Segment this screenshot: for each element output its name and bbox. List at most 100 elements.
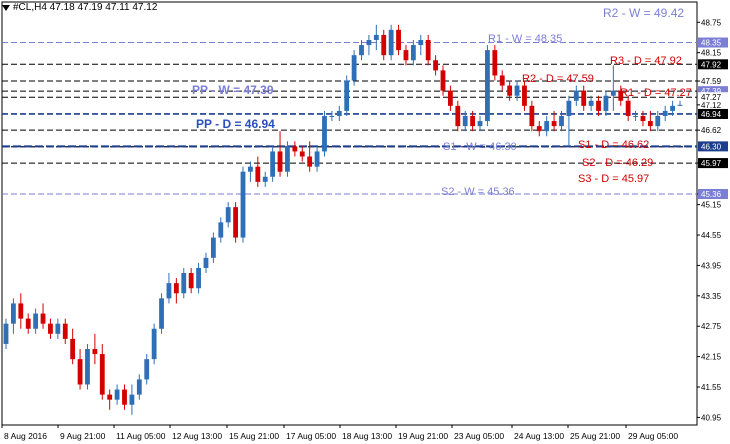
y-tick-label: 41.55 <box>701 383 722 392</box>
level-label: R3 - D = 47.92 <box>610 55 682 67</box>
candle-body <box>107 394 113 400</box>
y-tick-label: 43.35 <box>701 292 722 301</box>
candle-body <box>203 257 209 268</box>
candle-body <box>366 39 372 46</box>
price-tag-label: 45.97 <box>701 159 722 168</box>
level-label: R1 - D = 47.27 <box>620 87 692 99</box>
candle-body <box>55 323 61 334</box>
x-tick-label: 23 Aug 05:00 <box>454 431 504 441</box>
price-tag-label: 47.92 <box>701 60 722 69</box>
candle-body <box>322 115 327 152</box>
candle-body <box>3 323 9 344</box>
y-tick-label: 42.15 <box>701 353 722 362</box>
level-label: R2 - W = 49.42 <box>603 6 684 20</box>
candle-body <box>514 85 520 96</box>
y-tick-label: 40.95 <box>701 413 722 422</box>
candle-body <box>566 100 572 116</box>
x-tick-label: 17 Aug 05:00 <box>286 431 336 441</box>
level-label: R1 - W = 48.35 <box>488 33 562 45</box>
x-tick-label: 9 Aug 21:00 <box>60 431 106 441</box>
candle-body <box>181 273 187 294</box>
candle-body <box>418 39 424 46</box>
candle-body <box>344 80 350 111</box>
level-label: S3 - D = 45.97 <box>578 173 649 185</box>
y-tick-label: 46.62 <box>701 126 722 135</box>
candle-body <box>440 70 446 91</box>
candle-body <box>285 146 290 172</box>
candle-body <box>166 283 172 299</box>
candle-body <box>92 349 98 355</box>
x-tick-label: 19 Aug 21:00 <box>398 431 448 441</box>
level-label: S1 - D = 46.62 <box>578 139 649 151</box>
plot-frame <box>1 1 698 426</box>
price-tag-label: 48.35 <box>701 39 722 48</box>
price-tag-label: 46.94 <box>701 110 722 119</box>
price-tag-label: 46.30 <box>701 142 722 151</box>
level-label: PP - W = 47.39 <box>192 83 274 97</box>
candle-body <box>403 50 409 61</box>
candle-body <box>381 34 387 56</box>
candle-body <box>485 50 490 122</box>
candle-body <box>447 90 453 106</box>
candle-body <box>588 100 594 106</box>
candle-body <box>210 237 216 258</box>
candle-body <box>359 45 364 56</box>
candle-body <box>499 75 505 86</box>
y-tick-label: 48.75 <box>701 18 722 27</box>
candlestick-chart[interactable]: R2 - W = 49.42 R1 - W = 48.35 R3 - D = 47.… <box>0 0 730 444</box>
level-label: R2 - D = 47.59 <box>522 73 594 85</box>
x-tick-label: 8 Aug 2016 <box>4 431 47 441</box>
candle-body <box>670 105 676 111</box>
candle-body <box>470 115 476 127</box>
candle-body <box>388 29 394 56</box>
candle-body <box>425 39 431 61</box>
x-tick-label: 25 Aug 21:00 <box>570 431 620 441</box>
level-label: PP - D = 46.94 <box>196 117 275 131</box>
candle-body <box>18 303 24 319</box>
candle-body <box>455 105 461 127</box>
candle-body <box>603 95 609 111</box>
candle-body <box>299 151 305 157</box>
candle-body <box>62 323 68 339</box>
y-tick-label: 45.15 <box>701 201 722 210</box>
candle-body <box>248 166 253 172</box>
candle-body <box>99 354 105 395</box>
candle-body <box>625 100 631 116</box>
candle-body <box>173 283 179 294</box>
candle-body <box>477 121 483 127</box>
candle-body <box>655 115 661 127</box>
candle-body <box>336 110 342 116</box>
candle-body <box>48 323 53 334</box>
candle-body <box>329 115 335 117</box>
candle-body <box>277 151 283 172</box>
candle-body <box>144 359 150 380</box>
candle-body <box>544 121 550 132</box>
candle-body <box>151 328 157 360</box>
candle-body <box>573 90 579 101</box>
price-tag-label: 45.36 <box>701 190 722 199</box>
x-tick-label: 29 Aug 05:00 <box>628 431 678 441</box>
candle-body <box>507 85 513 96</box>
candle-body <box>33 313 39 329</box>
y-tick-label: 42.75 <box>701 322 722 331</box>
candle-body <box>581 90 587 106</box>
level-label: S2 - W = 45.36 <box>441 186 515 198</box>
x-tick-label: 11 Aug 05:00 <box>116 431 166 441</box>
candle-body <box>159 298 164 329</box>
y-tick-label: 48.15 <box>701 49 722 58</box>
y-tick-label: 43.95 <box>701 261 722 270</box>
candle-body <box>677 104 683 106</box>
candle-body <box>225 207 231 223</box>
candle-body <box>255 166 261 182</box>
candle-body <box>129 394 135 405</box>
candle-body <box>610 90 616 96</box>
candle-body <box>270 151 276 177</box>
candle-body <box>307 156 313 167</box>
candle-body <box>25 318 31 329</box>
candle-body <box>114 389 120 400</box>
candle-body <box>77 359 83 385</box>
candle-body <box>522 85 527 106</box>
level-label: S2 - D = 46.29 <box>582 157 653 169</box>
x-tick-label: 15 Aug 21:00 <box>229 431 279 441</box>
x-tick-label: 24 Aug 13:00 <box>514 431 564 441</box>
